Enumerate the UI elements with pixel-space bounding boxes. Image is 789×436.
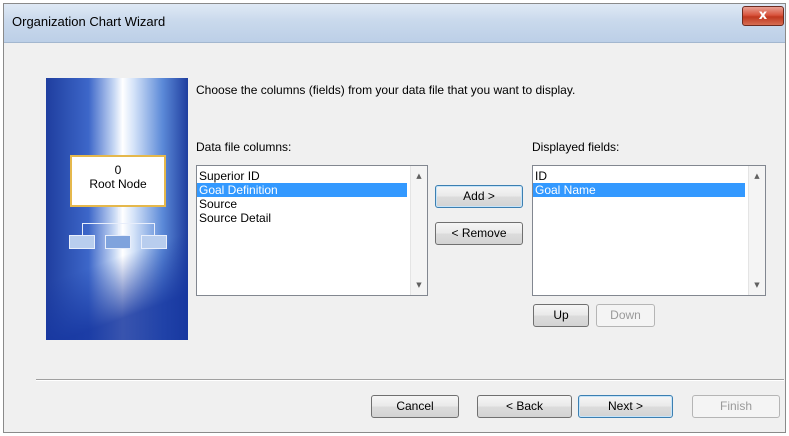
root-node-box: 0 Root Node: [70, 155, 166, 207]
child-node-box: [141, 235, 167, 249]
add-button[interactable]: Add >: [435, 185, 523, 208]
list-item[interactable]: Source: [197, 197, 427, 211]
list-item[interactable]: Source Detail: [197, 211, 427, 225]
data-file-columns-list[interactable]: Superior ID Goal Definition Source Sourc…: [196, 165, 428, 296]
vertical-scrollbar[interactable]: ▲ ▼: [748, 166, 765, 295]
next-button[interactable]: Next >: [578, 395, 673, 418]
displayed-fields-list[interactable]: ID Goal Name ▲ ▼: [532, 165, 766, 296]
list-item[interactable]: Goal Name: [533, 183, 745, 197]
close-button[interactable]: x: [742, 6, 784, 26]
child-node-box: [105, 235, 131, 249]
wizard-illustration: 0 Root Node: [46, 78, 188, 340]
scroll-down-icon[interactable]: ▼: [411, 277, 427, 293]
wizard-window: Organization Chart Wizard x 0 Root Node …: [3, 3, 786, 433]
down-button[interactable]: Down: [596, 304, 655, 327]
displayed-fields-label: Displayed fields:: [532, 140, 620, 154]
root-node-number: 0: [114, 163, 122, 177]
root-node-label: Root Node: [89, 177, 147, 191]
scroll-down-icon[interactable]: ▼: [749, 277, 765, 293]
finish-button[interactable]: Finish: [692, 395, 780, 418]
scroll-up-icon[interactable]: ▲: [749, 168, 765, 184]
scroll-up-icon[interactable]: ▲: [411, 168, 427, 184]
list-item[interactable]: ID: [533, 169, 765, 183]
list-item[interactable]: Goal Definition: [197, 183, 407, 197]
data-file-columns-label: Data file columns:: [196, 140, 292, 154]
title-bar: Organization Chart Wizard x: [4, 4, 785, 43]
vertical-scrollbar[interactable]: ▲ ▼: [410, 166, 427, 295]
footer-divider: [36, 379, 784, 381]
remove-button[interactable]: < Remove: [435, 222, 523, 245]
back-button[interactable]: < Back: [477, 395, 572, 418]
window-title: Organization Chart Wizard: [12, 14, 166, 29]
list-item[interactable]: Superior ID: [197, 169, 427, 183]
instructions-text: Choose the columns (fields) from your da…: [196, 83, 576, 97]
cancel-button[interactable]: Cancel: [371, 395, 459, 418]
child-node-box: [69, 235, 95, 249]
up-button[interactable]: Up: [533, 304, 589, 327]
